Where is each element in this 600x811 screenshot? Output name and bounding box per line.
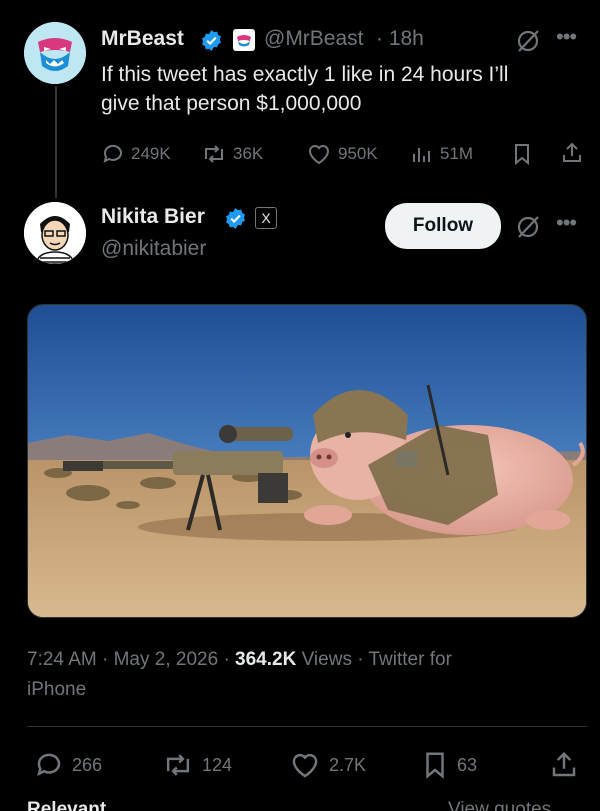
- follow-button[interactable]: Follow: [385, 203, 501, 249]
- author-name[interactable]: MrBeast: [101, 27, 184, 51]
- bookmark-button[interactable]: 63: [421, 750, 477, 780]
- nikita-avatar[interactable]: [24, 202, 86, 264]
- repost-count: 124: [202, 754, 233, 775]
- view-count: 364.2K: [235, 649, 297, 670]
- views-count: 51M: [440, 144, 474, 163]
- reply-author-name[interactable]: Nikita Bier: [101, 205, 205, 229]
- views-label: Views · Twitter for: [296, 649, 452, 670]
- tweet-timestamp[interactable]: 7:24 AM · May 2, 2026 ·: [27, 649, 235, 670]
- author-handle[interactable]: @MrBeast: [264, 27, 364, 51]
- mrbeast-avatar[interactable]: [24, 22, 86, 84]
- share-icon[interactable]: [549, 750, 579, 780]
- grok-icon[interactable]: [514, 27, 542, 55]
- bookmark-icon[interactable]: [511, 142, 533, 166]
- beast-logo-icon: [24, 22, 86, 84]
- reply-icon: [37, 753, 61, 777]
- share-icon[interactable]: [560, 141, 584, 165]
- cartoon-avatar-icon: [24, 202, 86, 264]
- thread-connector-line: [55, 86, 57, 198]
- analytics-icon: [413, 148, 430, 162]
- reply-author-handle[interactable]: @nikitabier: [101, 237, 206, 261]
- like-button[interactable]: 2.7K: [289, 750, 366, 780]
- reply-icon: [103, 144, 122, 163]
- reply-button[interactable]: 249K: [101, 142, 171, 166]
- heart-icon: [292, 753, 318, 778]
- verified-badge-icon: [202, 29, 221, 52]
- more-options-icon[interactable]: •••: [556, 24, 577, 50]
- verified-badge-icon: [226, 207, 245, 230]
- bookmark-count: 63: [457, 754, 478, 775]
- repost-icon: [205, 145, 223, 163]
- relevant-sort-dropdown[interactable]: Relevant: [27, 799, 106, 811]
- tweet-text-line-2: give that person $1,000,000: [101, 92, 362, 115]
- repost-count: 36K: [233, 144, 264, 163]
- views-button[interactable]: 51M: [410, 142, 473, 166]
- pig-sniper-image: [28, 305, 586, 617]
- like-button[interactable]: 950K: [306, 142, 378, 166]
- repost-icon: [166, 754, 190, 776]
- grok-icon[interactable]: [514, 213, 542, 241]
- tweet-photo[interactable]: [27, 304, 587, 618]
- tweet-text-line-1: If this tweet has exactly 1 like in 24 h…: [101, 63, 509, 86]
- reply-count: 249K: [131, 144, 171, 163]
- x-affiliate-badge-icon: X: [255, 207, 277, 229]
- source-app: iPhone: [27, 679, 87, 700]
- repost-button[interactable]: 124: [162, 750, 232, 780]
- heart-icon: [308, 145, 330, 165]
- bookmark-icon: [426, 752, 444, 779]
- divider: [27, 726, 587, 727]
- like-count: 2.7K: [329, 754, 367, 775]
- tweet-text: If this tweet has exactly 1 like in 24 h…: [101, 60, 581, 118]
- tweet-time[interactable]: · 18h: [376, 27, 424, 51]
- like-count: 950K: [338, 144, 378, 163]
- view-quotes-link[interactable]: View quotes: [448, 799, 551, 811]
- reply-count: 266: [72, 754, 103, 775]
- repost-button[interactable]: 36K: [201, 142, 263, 166]
- tweet-metadata: 7:24 AM · May 2, 2026 · 364.2K Views · T…: [27, 645, 567, 705]
- reply-button[interactable]: 266: [34, 750, 102, 780]
- affiliate-badge-icon: [233, 29, 255, 51]
- more-options-icon[interactable]: •••: [556, 210, 577, 236]
